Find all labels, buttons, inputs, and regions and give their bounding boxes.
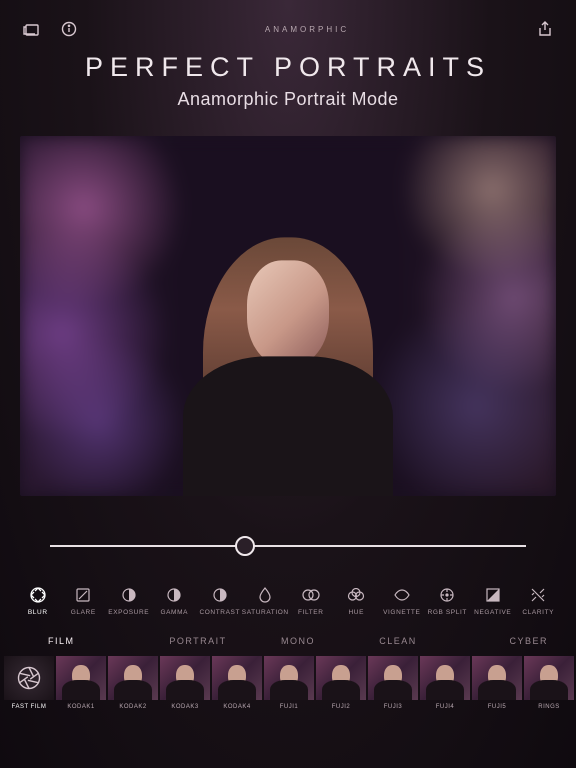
tool-contrast[interactable]: CONTRAST [198, 586, 242, 616]
preset-label: FUJI2 [332, 704, 351, 710]
photo-preview[interactable] [20, 136, 556, 496]
preset-label: KODAK3 [171, 704, 198, 710]
tool-clarity[interactable]: CLARITY [517, 586, 561, 616]
tool-label: VIGNETTE [383, 609, 420, 616]
exposure-icon [120, 586, 138, 604]
preset-fuji5[interactable]: FUJI5 [472, 656, 522, 710]
preset-thumb [160, 656, 210, 700]
blur-icon [29, 586, 47, 604]
glare-icon [74, 586, 92, 604]
preset-thumb [212, 656, 262, 700]
tool-hue[interactable]: HUE [335, 586, 379, 616]
preset-thumb [4, 656, 54, 700]
tool-label: HUE [348, 609, 364, 616]
preset-thumb [368, 656, 418, 700]
tool-vignette[interactable]: VIGNETTE [380, 586, 424, 616]
negative-icon [484, 586, 502, 604]
category-film[interactable]: FILM [18, 632, 148, 650]
info-icon[interactable] [60, 20, 78, 38]
tool-glare[interactable]: GLARE [62, 586, 106, 616]
tool-label: GAMMA [160, 609, 188, 616]
rgbsplit-icon [438, 586, 456, 604]
tool-label: FILTER [298, 609, 324, 616]
preset-fastfilm[interactable]: FAST FILM [4, 656, 54, 710]
preset-thumb [524, 656, 574, 700]
hero-title: PERFECT PORTRAITS [0, 52, 576, 83]
preset-label: FUJI4 [436, 704, 455, 710]
top-bar: ANAMORPHIC [0, 0, 576, 48]
preset-label: KODAK4 [223, 704, 250, 710]
preset-thumb [316, 656, 366, 700]
preset-kodak4[interactable]: KODAK4 [212, 656, 262, 710]
tool-blur[interactable]: BLUR [16, 586, 60, 616]
preset-label: FUJI5 [488, 704, 507, 710]
preset-label: KODAK1 [67, 704, 94, 710]
tool-rgbsplit[interactable]: RGB SPLIT [426, 586, 470, 616]
clarity-icon [529, 586, 547, 604]
tools-row: BLUR GLARE EXPOSURE GAMMA CONTRASTSATURATION… [0, 580, 576, 624]
tool-label: BLUR [28, 609, 48, 616]
preset-label: RINGS [538, 704, 560, 710]
preset-thumb [56, 656, 106, 700]
tool-filter[interactable]: FILTER [289, 586, 333, 616]
tool-label: SATURATION [242, 609, 289, 616]
preset-fuji4[interactable]: FUJI4 [420, 656, 470, 710]
slider-track [50, 545, 526, 547]
albums-icon[interactable] [22, 20, 40, 38]
filter-icon [302, 586, 320, 604]
adjustment-slider[interactable] [50, 534, 526, 558]
presets-row: FAST FILM KODAK1 KODAK2 KODAK3 KODAK4 FUJI1 FU… [0, 656, 576, 718]
category-clean[interactable]: CLEAN [348, 632, 448, 650]
preset-kodak1[interactable]: KODAK1 [56, 656, 106, 710]
tool-saturation[interactable]: SATURATION [244, 586, 288, 616]
tool-label: RGB SPLIT [428, 609, 467, 616]
hero: PERFECT PORTRAITS Anamorphic Portrait Mo… [0, 48, 576, 122]
tool-negative[interactable]: NEGATIVE [471, 586, 515, 616]
category-cyber[interactable]: CYBER [448, 632, 558, 650]
saturation-icon [256, 586, 274, 604]
preset-thumb [472, 656, 522, 700]
preset-fuji3[interactable]: FUJI3 [368, 656, 418, 710]
slider-thumb[interactable] [235, 536, 255, 556]
tool-label: NEGATIVE [474, 609, 511, 616]
topbar-left [22, 20, 78, 38]
hero-subtitle: Anamorphic Portrait Mode [0, 89, 576, 110]
preset-thumb [108, 656, 158, 700]
gamma-icon [165, 586, 183, 604]
preset-label: FUJI1 [280, 704, 299, 710]
vignette-icon [393, 586, 411, 604]
preset-fuji1[interactable]: FUJI1 [264, 656, 314, 710]
category-mono[interactable]: MONO [248, 632, 348, 650]
preset-categories: FILMPORTRAITMONOCLEANCYBER [0, 624, 576, 656]
preset-label: FAST FILM [12, 704, 47, 710]
hue-icon [347, 586, 365, 604]
preset-label: FUJI3 [384, 704, 403, 710]
preset-kodak2[interactable]: KODAK2 [108, 656, 158, 710]
preset-thumb [264, 656, 314, 700]
tool-label: EXPOSURE [108, 609, 149, 616]
share-icon[interactable] [536, 20, 554, 38]
tool-gamma[interactable]: GAMMA [153, 586, 197, 616]
preset-label: KODAK2 [119, 704, 146, 710]
tool-label: CONTRAST [199, 609, 240, 616]
preset-fuji2[interactable]: FUJI2 [316, 656, 366, 710]
tool-label: GLARE [71, 609, 96, 616]
tool-label: CLARITY [522, 609, 554, 616]
brand-label: ANAMORPHIC [265, 25, 349, 34]
contrast-icon [211, 586, 229, 604]
preset-rings[interactable]: RINGS [524, 656, 574, 710]
category-portrait[interactable]: PORTRAIT [148, 632, 248, 650]
preset-kodak3[interactable]: KODAK3 [160, 656, 210, 710]
preset-thumb [420, 656, 470, 700]
tool-exposure[interactable]: EXPOSURE [107, 586, 151, 616]
